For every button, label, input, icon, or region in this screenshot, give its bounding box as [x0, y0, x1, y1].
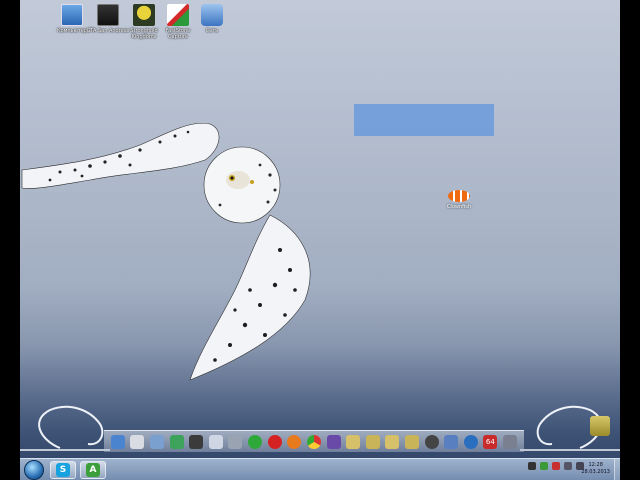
taskbar-skype-button[interactable]: S [50, 461, 76, 479]
dock-docs-icon[interactable] [130, 434, 145, 449]
dock-folder-icon[interactable] [365, 434, 380, 449]
dock-doc-icon[interactable] [208, 434, 223, 449]
dock-64-icon[interactable]: 64 [483, 434, 498, 449]
dock-computer-icon[interactable] [110, 434, 125, 449]
desktop-icon-network[interactable]: Сеть [190, 4, 234, 34]
dock-folder-icon[interactable] [385, 434, 400, 449]
selection-rectangle [354, 104, 494, 136]
skype-icon: S [56, 463, 70, 477]
trash-icon[interactable] [590, 416, 610, 436]
dock-download-icon[interactable] [463, 434, 478, 449]
screen-border-left [0, 0, 20, 480]
gta-icon [97, 4, 119, 26]
dock-folder-icon[interactable] [346, 434, 361, 449]
dock-safari-icon[interactable] [424, 434, 439, 449]
dock-tools-icon[interactable] [502, 434, 517, 449]
desktop-icon-clownfish[interactable]: Clownfish [442, 190, 476, 210]
tray-flag-icon[interactable] [552, 462, 560, 470]
desktop[interactable]: Компьютер GTA San Andreas Stronghold Kin… [20, 0, 620, 480]
clownfish-icon [448, 190, 470, 202]
computer-icon [61, 4, 83, 26]
desktop-icon-label: Stronghold Kingdoms [130, 28, 158, 40]
dock-firefox-icon[interactable] [287, 434, 302, 449]
desktop-icon-label: Сеть [205, 28, 219, 34]
tray-green-icon[interactable] [540, 462, 548, 470]
tray-arrow-icon[interactable] [528, 462, 536, 470]
dock-green-icon[interactable] [248, 434, 263, 449]
tray-network-icon[interactable] [564, 462, 572, 470]
dock-folder-icon[interactable] [404, 434, 419, 449]
dock-network-icon[interactable] [444, 434, 459, 449]
stronghold-icon [133, 4, 155, 26]
dock-sheet-icon[interactable] [169, 434, 184, 449]
owl-wallpaper-image [21, 122, 311, 381]
dock-bar: 64 [104, 430, 524, 452]
desktop-icon-label: Clownfish [446, 204, 472, 210]
android-icon: A [86, 463, 100, 477]
network-icon [201, 4, 223, 26]
dock-opera-icon[interactable] [267, 434, 282, 449]
dock-settings-icon[interactable] [228, 434, 243, 449]
dock-folder-icon[interactable] [150, 434, 165, 449]
fraps-icon [167, 4, 189, 26]
desktop-icon-label: Компьютер [57, 28, 87, 34]
taskbar: S A 12:28 28.03.2013 [20, 458, 620, 480]
system-tray [528, 462, 584, 470]
dock-chrome-icon[interactable] [306, 434, 321, 449]
clock-date: 28.03.2013 [581, 469, 610, 475]
show-desktop-button[interactable] [614, 459, 620, 480]
screen-border-right [620, 0, 640, 480]
dock-media-icon[interactable] [326, 434, 341, 449]
taskbar-clock[interactable]: 12:28 28.03.2013 [581, 462, 610, 476]
clock-time: 12:28 [588, 462, 603, 468]
dock-video-icon[interactable] [189, 434, 204, 449]
desktop-icon-label: FastStone Capture [165, 28, 191, 40]
taskbar-android-button[interactable]: A [80, 461, 106, 479]
start-button[interactable] [24, 460, 44, 480]
